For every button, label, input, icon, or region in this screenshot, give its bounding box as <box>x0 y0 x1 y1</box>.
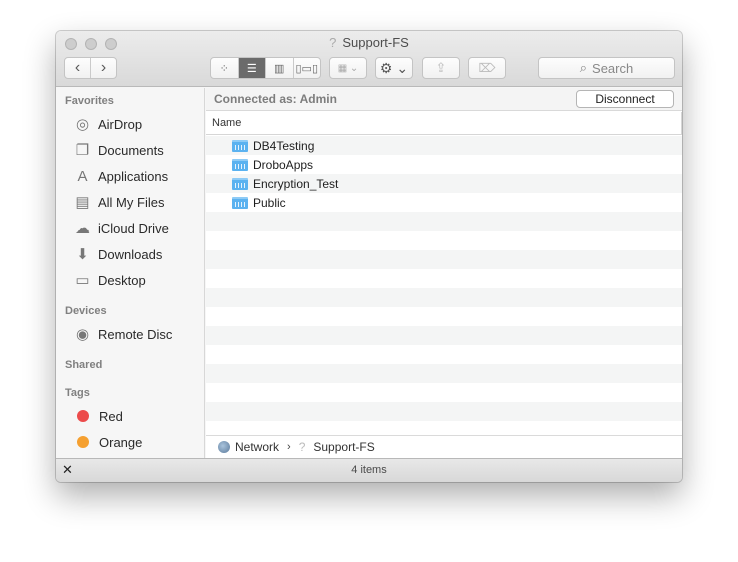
shared-folder-icon <box>232 196 248 209</box>
nav-buttons: ‹ › <box>64 57 117 79</box>
item-count: 4 items <box>351 464 387 476</box>
path-separator-icon: › <box>287 441 291 453</box>
arrange-icon: ▦ ⌄ <box>337 62 359 74</box>
sidebar-item-label: Documents <box>98 142 164 158</box>
connection-bar: Connected as: Admin Disconnect <box>206 88 682 111</box>
file-row[interactable]: Public <box>206 193 682 212</box>
empty-row <box>206 364 682 383</box>
shared-folder-icon <box>232 177 248 190</box>
view-mode-group: ⁘ ☰ ▥ ▯▭▯ <box>210 57 321 79</box>
network-globe-icon <box>218 441 230 453</box>
path-item-support-fs[interactable]: Support-FS <box>313 440 374 454</box>
remote-disc-icon: ◉ <box>75 326 90 343</box>
sidebar-item-downloads[interactable]: ⬇ Downloads <box>73 243 162 265</box>
disconnect-button[interactable]: Disconnect <box>576 90 674 108</box>
sidebar-item-label: Downloads <box>98 246 163 262</box>
devices-heading: Devices <box>65 305 107 317</box>
column-header-row: Name <box>206 112 682 135</box>
all-my-files-icon: ▤ <box>75 194 90 211</box>
sidebar: Favorites ◎ AirDrop ❐ Documents A Applic… <box>56 88 205 458</box>
empty-row <box>206 421 682 435</box>
column-view-button[interactable]: ▥ <box>265 58 293 78</box>
icon-view-button[interactable]: ⁘ <box>211 58 238 78</box>
sidebar-item-icloud-drive[interactable]: ☁ iCloud Drive <box>73 217 169 239</box>
connected-as-label: Connected as: Admin <box>214 92 337 106</box>
sidebar-item-label: Remote Disc <box>98 326 173 342</box>
sidebar-item-label: Orange <box>99 434 143 450</box>
column-divider <box>681 112 682 134</box>
list-view-button[interactable]: ☰ <box>237 58 265 78</box>
tag-button[interactable]: ⌦ <box>468 57 506 79</box>
name-column-header[interactable]: Name <box>212 117 241 129</box>
file-row[interactable]: DB4Testing <box>206 136 682 155</box>
finder-window: ? Support-FS ‹ › ⁘ ☰ ▥ ▯▭▯ ▦ ⌄ ⚙ ⌄ ⇪ ⌦ ⌕ … <box>56 31 682 482</box>
empty-row <box>206 383 682 402</box>
path-item-network[interactable]: Network <box>235 440 279 454</box>
file-row[interactable]: Encryption_Test <box>206 174 682 193</box>
titlebar: ? Support-FS ‹ › ⁘ ☰ ▥ ▯▭▯ ▦ ⌄ ⚙ ⌄ ⇪ ⌦ ⌕ … <box>56 31 682 87</box>
documents-icon: ❐ <box>75 142 90 159</box>
shared-heading: Shared <box>65 359 103 371</box>
empty-row <box>206 212 682 231</box>
file-row[interactable]: DroboApps <box>206 155 682 174</box>
question-mark-icon: ? <box>329 35 337 50</box>
forward-button[interactable]: › <box>90 58 116 78</box>
file-name: Public <box>253 195 286 210</box>
empty-row <box>206 345 682 364</box>
file-name: DroboApps <box>253 157 314 172</box>
sidebar-item-label: AirDrop <box>98 116 143 132</box>
sidebar-item-desktop[interactable]: ▭ Desktop <box>73 269 146 291</box>
question-mark-icon: ? <box>298 440 306 454</box>
sidebar-item-remote-disc[interactable]: ◉ Remote Disc <box>73 323 172 345</box>
back-button[interactable]: ‹ <box>65 58 90 78</box>
gear-icon: ⚙ ⌄ <box>379 59 409 76</box>
search-placeholder: Search <box>592 60 634 76</box>
file-name: Encryption_Test <box>253 176 339 191</box>
file-browser: Connected as: Admin Disconnect Name DB4T… <box>206 88 682 458</box>
icloud-icon: ☁ <box>75 220 90 237</box>
sidebar-item-tag-red[interactable]: Red <box>73 405 123 427</box>
empty-row <box>206 250 682 269</box>
tag-icon: ⌦ <box>478 61 496 75</box>
search-icon: ⌕ <box>579 60 588 75</box>
downloads-icon: ⬇ <box>76 246 89 263</box>
sidebar-item-label: Red <box>99 408 123 424</box>
sidebar-item-label: iCloud Drive <box>98 220 169 236</box>
arrange-button[interactable]: ▦ ⌄ <box>329 57 367 79</box>
sidebar-item-documents[interactable]: ❐ Documents <box>73 139 164 161</box>
share-button[interactable]: ⇪ <box>422 57 460 79</box>
empty-row <box>206 288 682 307</box>
window-title: ? Support-FS <box>56 35 682 50</box>
desktop-icon: ▭ <box>75 272 90 289</box>
file-list: DB4Testing DroboApps Encryption_Test Pub… <box>206 136 682 435</box>
shared-folder-icon <box>232 139 248 152</box>
empty-row <box>206 269 682 288</box>
tags-heading: Tags <box>65 387 90 399</box>
empty-row <box>206 231 682 250</box>
empty-row <box>206 307 682 326</box>
empty-row <box>206 402 682 421</box>
shared-folder-icon <box>232 158 248 171</box>
status-bar: ✕ 4 items <box>56 458 682 482</box>
sidebar-item-all-my-files[interactable]: ▤ All My Files <box>73 191 164 213</box>
empty-row <box>206 326 682 345</box>
sidebar-item-tag-orange[interactable]: Orange <box>73 431 142 453</box>
share-icon: ⇪ <box>435 60 447 75</box>
file-name: DB4Testing <box>253 138 315 153</box>
sidebar-item-applications[interactable]: A Applications <box>73 165 168 187</box>
red-tag-icon <box>77 410 89 422</box>
path-bar: Network › ? Support-FS <box>206 435 682 458</box>
sidebar-item-label: All My Files <box>98 194 165 210</box>
orange-tag-icon <box>77 436 89 448</box>
applications-icon: A <box>77 167 88 185</box>
search-field[interactable]: ⌕ Search <box>538 57 675 79</box>
sidebar-item-airdrop[interactable]: ◎ AirDrop <box>73 113 142 135</box>
action-button[interactable]: ⚙ ⌄ <box>375 57 413 79</box>
sidebar-item-label: Applications <box>98 168 169 184</box>
sidebar-item-label: Desktop <box>98 272 146 288</box>
window-title-text: Support-FS <box>342 35 409 50</box>
airdrop-icon: ◎ <box>75 116 90 133</box>
favorites-heading: Favorites <box>65 95 114 107</box>
cover-flow-view-button[interactable]: ▯▭▯ <box>292 58 321 78</box>
